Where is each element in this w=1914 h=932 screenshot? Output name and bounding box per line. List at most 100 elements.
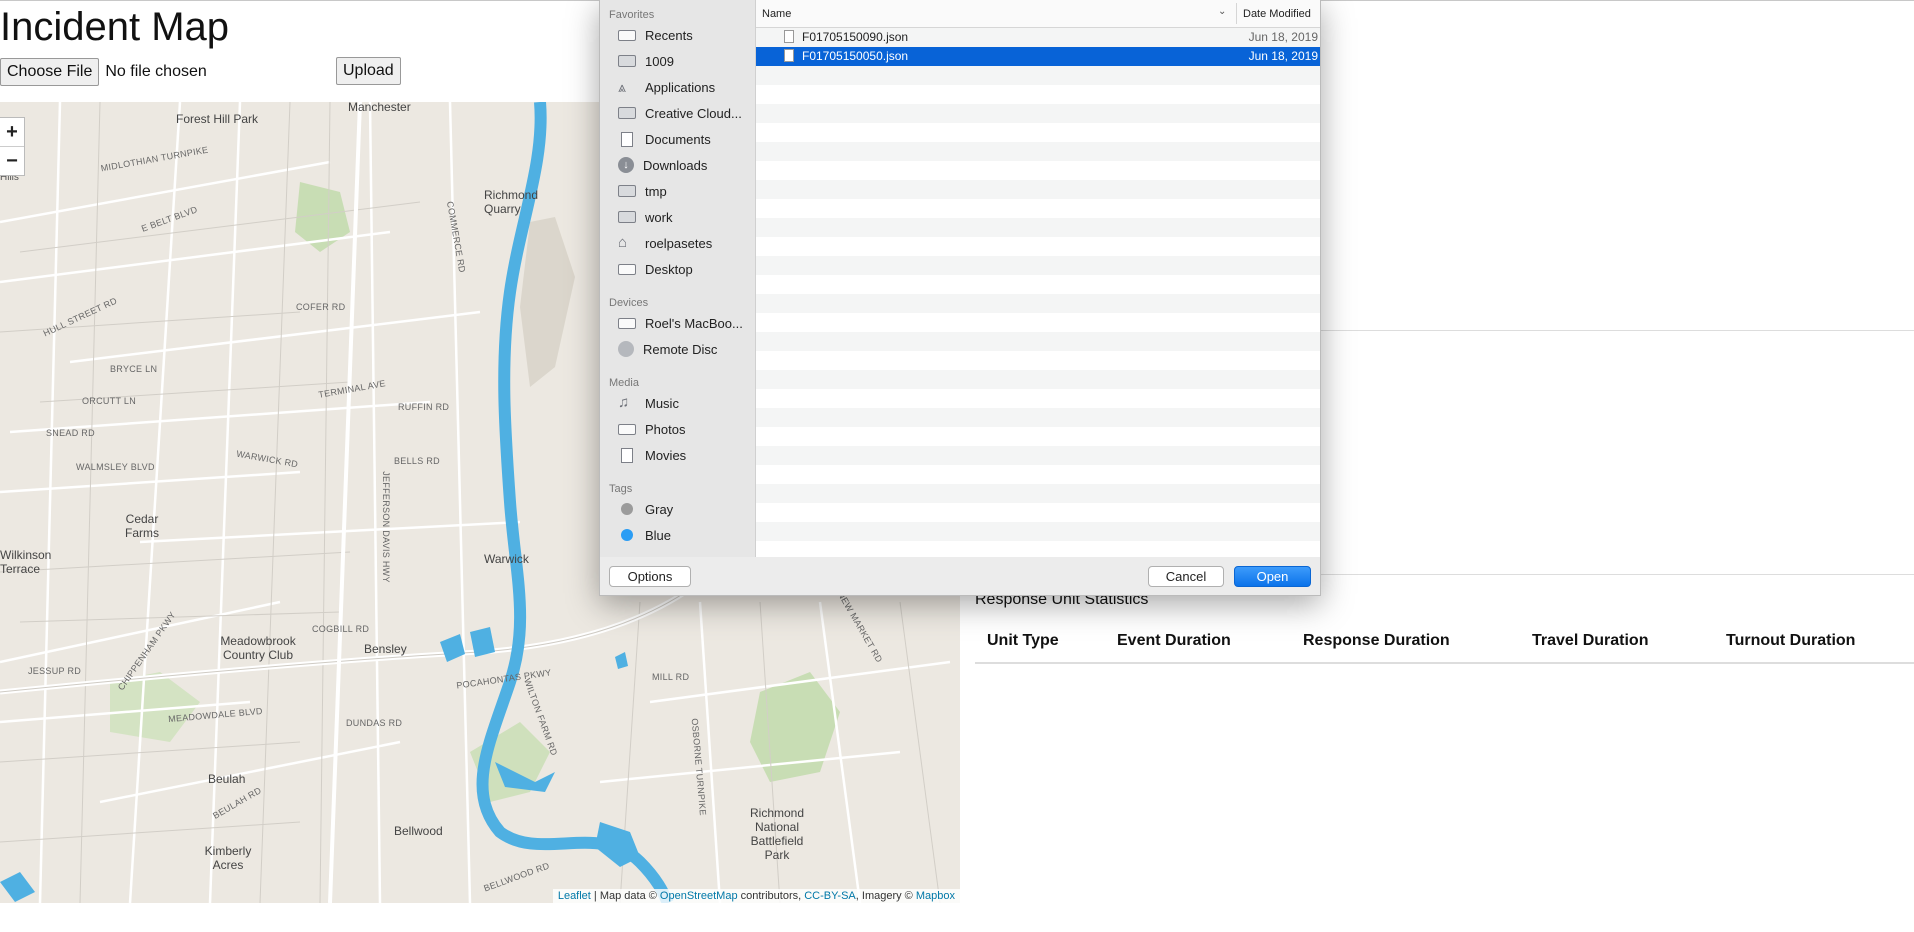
sidebar-item-tmp[interactable]: tmp (600, 178, 755, 204)
attribution-text: contributors, (737, 890, 805, 902)
mapbox-link[interactable]: Mapbox (916, 890, 955, 902)
sidebar-item-label: Recents (645, 27, 693, 43)
choose-file-button[interactable]: Choose File (0, 58, 100, 86)
sidebar-item-label: Music (645, 395, 679, 411)
empty-row (756, 427, 1320, 446)
empty-row (756, 408, 1320, 427)
sidebar-item-movies[interactable]: Movies (600, 442, 755, 468)
empty-row (756, 370, 1320, 389)
sidebar-item-creative-cloud[interactable]: Creative Cloud... (600, 100, 755, 126)
map-place-label: Meadowbrook Country Club (220, 634, 296, 662)
map-road-label: MILL RD (652, 672, 690, 682)
sidebar-item-label: roelpasetes (645, 235, 713, 251)
map-place-label: Kimberly Acres (204, 844, 252, 872)
zoom-in-button[interactable]: + (0, 118, 24, 146)
column-header: Turnout Duration (1714, 620, 1914, 664)
sidebar-item-photos[interactable]: Photos (600, 416, 755, 442)
sidebar-item-label: Creative Cloud... (645, 105, 742, 121)
file-list[interactable]: Name ⌄ Date Modified F01705150090.json J… (756, 0, 1320, 557)
empty-row (756, 503, 1320, 522)
date-modified-column-header[interactable]: Date Modified (1243, 8, 1311, 20)
map-place-label: Bensley (364, 642, 407, 656)
map-road-label: BRYCE LN (110, 364, 158, 374)
map-attribution: Leaflet | Map data © OpenStreetMap contr… (552, 889, 960, 903)
chevron-down-icon[interactable]: ⌄ (1218, 6, 1226, 17)
desktop-icon (618, 263, 636, 275)
disc-icon (618, 341, 634, 357)
map-road-label: WALMSLEY BLVD (76, 462, 155, 472)
openstreetmap-link[interactable]: OpenStreetMap (660, 890, 738, 902)
empty-row (756, 332, 1320, 351)
documents-icon (621, 131, 633, 147)
map-place-label: Beulah (208, 772, 246, 786)
cancel-button[interactable]: Cancel (1148, 566, 1224, 587)
file-rows: F01705150090.json Jun 18, 2019 F01705150… (756, 28, 1320, 557)
sidebar-item-home[interactable]: ⌂ roelpasetes (600, 230, 755, 256)
sidebar-item-downloads[interactable]: ↓ Downloads (600, 152, 755, 178)
sidebar-item-desktop[interactable]: Desktop (600, 256, 755, 282)
empty-row (756, 484, 1320, 503)
cc-by-sa-link[interactable]: CC-BY-SA (804, 890, 856, 902)
map-place-label: Cedar Farms (125, 512, 159, 540)
sidebar-item-1009[interactable]: 1009 (600, 48, 755, 74)
map-place-label: Warwick (484, 552, 529, 566)
sidebar-item-tag-gray[interactable]: Gray (600, 496, 755, 522)
page-title: Incident Map (0, 5, 230, 49)
sidebar-item-label: Desktop (645, 261, 693, 277)
zoom-out-button[interactable]: − (0, 146, 24, 175)
sidebar-item-macbook[interactable]: Roel's MacBoo... (600, 310, 755, 336)
empty-row (756, 199, 1320, 218)
empty-row (756, 541, 1320, 557)
music-icon: ♫ (618, 394, 630, 411)
column-separator (1236, 3, 1237, 24)
sidebar-item-label: 1009 (645, 53, 674, 69)
blue-tag-dot-icon (621, 529, 633, 541)
laptop-icon (618, 317, 636, 329)
downloads-icon: ↓ (618, 157, 634, 173)
empty-row (756, 313, 1320, 332)
empty-row (756, 180, 1320, 199)
empty-row (756, 256, 1320, 275)
column-header: Response Duration (1291, 620, 1520, 664)
sidebar-item-recents[interactable]: Recents (600, 22, 755, 48)
zoom-control: + − (0, 117, 25, 176)
file-name: F01705150050.json (802, 49, 909, 63)
sidebar-item-remote-disc[interactable]: Remote Disc (600, 336, 755, 362)
sidebar-item-work[interactable]: work (600, 204, 755, 230)
sidebar-item-label: tmp (645, 183, 667, 199)
map-road-label: DUNDAS RD (346, 718, 403, 728)
sidebar-item-label: Movies (645, 447, 687, 463)
empty-row (756, 446, 1320, 465)
sidebar-item-label: Downloads (643, 157, 708, 173)
file-row-selected[interactable]: F01705150050.json Jun 18, 2019 (756, 47, 1320, 66)
sidebar-item-label: Gray (645, 501, 674, 517)
section-divider (1319, 330, 1914, 331)
leaflet-link[interactable]: Leaflet (558, 890, 591, 902)
folder-icon (618, 185, 636, 197)
upload-button[interactable]: Upload (336, 57, 401, 85)
file-upload-form: Choose File No file chosen (0, 57, 336, 87)
empty-row (756, 237, 1320, 256)
file-name: F01705150090.json (802, 30, 909, 44)
options-button[interactable]: Options (609, 566, 691, 587)
open-button[interactable]: Open (1234, 566, 1311, 587)
sidebar-item-music[interactable]: ♫ Music (600, 390, 755, 416)
name-column-header[interactable]: Name (762, 8, 791, 20)
sidebar-section-tags: Tags (609, 483, 633, 495)
sidebar-item-label: Blue (645, 527, 672, 543)
sidebar-section-favorites: Favorites (609, 9, 655, 21)
map-road-label: COFER RD (296, 302, 346, 312)
sidebar-item-tag-blue[interactable]: Blue (600, 522, 755, 548)
map-road-label: JEFFERSON DAVIS HWY (380, 471, 391, 583)
folder-icon (618, 211, 636, 223)
file-status-text: No file chosen (105, 63, 207, 80)
map-place-label: Manchester (348, 102, 411, 114)
dialog-sidebar: Favorites Recents 1009 ⩓ Applications Cre… (600, 0, 756, 557)
file-row[interactable]: F01705150090.json Jun 18, 2019 (756, 28, 1320, 47)
sidebar-item-applications[interactable]: ⩓ Applications (600, 74, 755, 100)
json-file-icon (784, 30, 794, 43)
map-road-label: COGBILL RD (312, 624, 370, 634)
sidebar-item-documents[interactable]: Documents (600, 126, 755, 152)
film-icon (621, 447, 633, 463)
map-road-label: SNEAD RD (46, 428, 95, 438)
